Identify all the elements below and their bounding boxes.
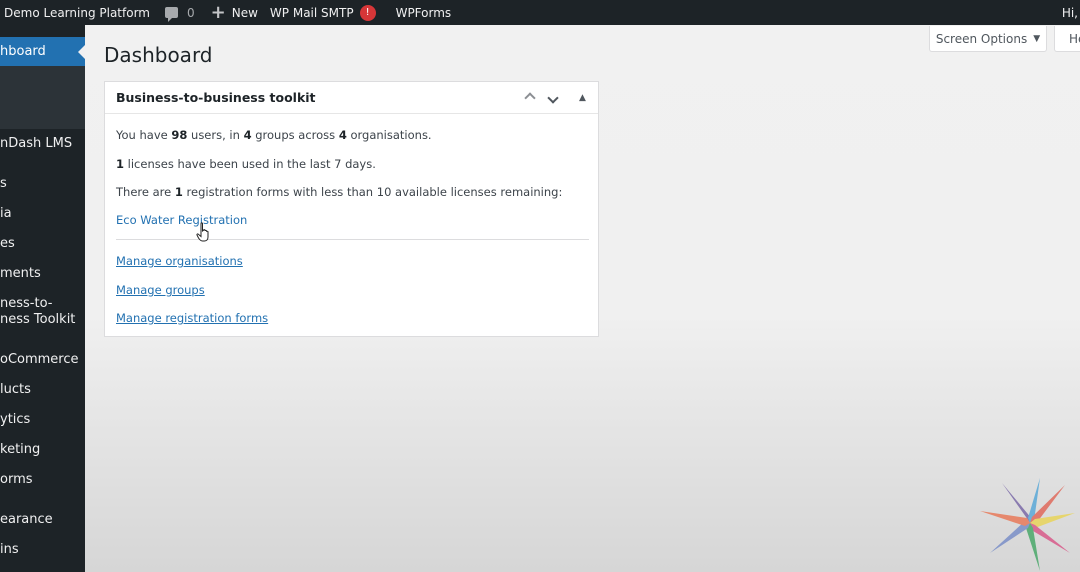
text: There are xyxy=(116,185,175,199)
sidebar-item-appearance[interactable]: earance xyxy=(0,512,85,528)
admin-sidebar: hboard nDash LMS s ia es ments ness-to- … xyxy=(0,25,85,572)
sidebar-item-label: s xyxy=(0,176,7,191)
screen-options-label: Screen Options xyxy=(935,31,1028,46)
licenses-used-count: 1 xyxy=(116,157,125,171)
sidebar-item-label: ness-to- xyxy=(0,296,53,311)
site-name-link[interactable]: Demo Learning Platform xyxy=(4,0,150,25)
text: groups across xyxy=(251,128,339,142)
notification-badge: ! xyxy=(359,4,376,21)
licenses-summary: 1 licenses have been used in the last 7 … xyxy=(116,157,376,171)
sidebar-item-learndash[interactable]: nDash LMS xyxy=(0,136,85,152)
sidebar-item-label-line2: ness Toolkit xyxy=(0,312,76,327)
organisations-count: 4 xyxy=(338,128,347,142)
help-button[interactable]: He xyxy=(1054,26,1080,52)
move-down-button[interactable] xyxy=(547,88,559,108)
logo-rays xyxy=(980,478,1075,571)
sidebar-item-woocommerce[interactable]: oCommerce xyxy=(0,352,85,368)
divider xyxy=(116,239,589,240)
new-label: New xyxy=(231,5,258,20)
sidebar-item-marketing[interactable]: keting xyxy=(0,442,85,458)
sidebar-item-products[interactable]: lucts xyxy=(0,382,85,398)
sidebar-item-label: nDash LMS xyxy=(0,136,73,151)
forms-low-count: 1 xyxy=(174,185,183,199)
wpforms-label: WPForms xyxy=(395,5,452,20)
sidebar-item-label: oCommerce xyxy=(0,352,79,367)
sidebar-item-dashboard[interactable]: hboard xyxy=(0,37,85,66)
sidebar-item-label: orms xyxy=(0,472,33,487)
plus-icon: + xyxy=(210,1,226,23)
registration-forms-summary: There are 1 registration forms with less… xyxy=(116,185,562,199)
help-label: He xyxy=(1069,31,1080,46)
site-name: Demo Learning Platform xyxy=(4,5,150,20)
text: users, in xyxy=(187,128,244,142)
move-up-button[interactable] xyxy=(524,88,536,108)
manage-groups-link[interactable]: Manage groups xyxy=(116,283,205,297)
widget-header: Business-to-business toolkit ▲ xyxy=(105,82,598,114)
sidebar-item-posts[interactable]: s xyxy=(0,176,85,192)
sidebar-item-label: lucts xyxy=(0,382,31,397)
triangle-up-icon: ▲ xyxy=(579,93,586,103)
toggle-panel-button[interactable]: ▲ xyxy=(579,88,586,108)
users-count: 98 xyxy=(171,128,188,142)
text: You have xyxy=(116,128,172,142)
sidebar-item-media[interactable]: ia xyxy=(0,206,85,222)
manage-registration-forms-link[interactable]: Manage registration forms xyxy=(116,311,268,325)
comment-icon xyxy=(165,7,178,22)
hand-pointer-cursor-icon xyxy=(196,222,209,242)
sidebar-item-b2b-toolkit[interactable]: ness-to- ness Toolkit xyxy=(0,296,85,328)
starburst-logo-icon xyxy=(980,478,1075,571)
sidebar-item-label: hboard xyxy=(0,44,46,59)
smtp-label: WP Mail SMTP xyxy=(269,5,354,20)
text: organisations. xyxy=(346,128,432,142)
sidebar-item-comments[interactable]: ments xyxy=(0,266,85,282)
text: registration forms with less than 10 ava… xyxy=(182,185,563,199)
sidebar-item-label: ytics xyxy=(0,412,31,427)
sidebar-item-wpforms[interactable]: orms xyxy=(0,472,85,488)
dashboard-submenu xyxy=(0,66,85,129)
wpforms-menu[interactable]: WPForms xyxy=(396,0,452,25)
sidebar-item-label: ins xyxy=(0,542,19,557)
chevron-up-icon xyxy=(524,92,536,104)
eco-water-registration-link[interactable]: Eco Water Registration xyxy=(116,213,247,227)
users-summary: You have 98 users, in 4 groups across 4 … xyxy=(116,128,432,142)
comments-count: 0 xyxy=(187,5,195,20)
caret-down-icon: ▼ xyxy=(1033,33,1041,44)
widget-title: Business-to-business toolkit xyxy=(116,90,316,105)
page-title: Dashboard xyxy=(104,43,213,67)
chevron-down-icon xyxy=(547,92,559,104)
sidebar-item-pages[interactable]: es xyxy=(0,236,85,252)
text: licenses have been used in the last 7 da… xyxy=(124,157,376,171)
greeting: Hi, xyxy=(1061,5,1078,20)
admin-bar: Demo Learning Platform 0 + New WP Mail S… xyxy=(0,0,1080,25)
comments-link[interactable]: 0 xyxy=(165,0,195,25)
sidebar-item-label: ments xyxy=(0,266,41,281)
manage-organisations-link[interactable]: Manage organisations xyxy=(116,254,243,268)
sidebar-item-plugins[interactable]: ins xyxy=(0,542,85,558)
logo-ray-orange xyxy=(980,511,1030,526)
new-content-button[interactable]: + New xyxy=(211,0,258,25)
b2b-toolkit-widget: Business-to-business toolkit ▲ You have … xyxy=(104,81,599,337)
sidebar-item-analytics[interactable]: ytics xyxy=(0,412,85,428)
sidebar-item-label: es xyxy=(0,236,15,251)
screen-options-button[interactable]: Screen Options ▼ xyxy=(929,26,1047,52)
sidebar-item-label: earance xyxy=(0,512,53,527)
logo-ray-lavender xyxy=(990,521,1030,553)
sidebar-item-label: keting xyxy=(0,442,41,457)
sidebar-item-label: ia xyxy=(0,206,12,221)
account-menu[interactable]: Hi, xyxy=(1062,0,1080,25)
wp-mail-smtp-menu[interactable]: WP Mail SMTP ! xyxy=(270,0,376,25)
groups-count: 4 xyxy=(243,128,252,142)
